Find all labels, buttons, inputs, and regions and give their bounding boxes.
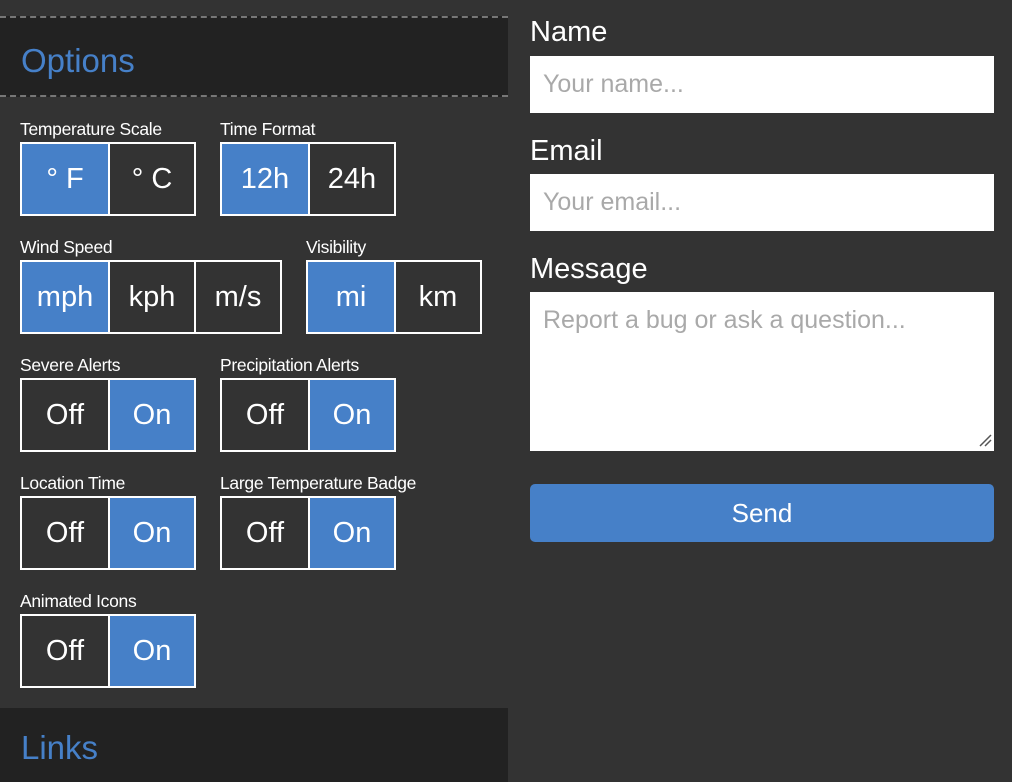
location-time-label: Location Time — [20, 473, 126, 493]
temperature-scale-toggle: ° F ° C — [20, 142, 196, 216]
options-panel: Options Temperature Scale ° F ° C Time F… — [0, 0, 508, 782]
location-time-toggle: Off On — [20, 496, 196, 570]
wind-speed-mph-option[interactable]: mph — [22, 262, 108, 332]
visibility-group: Visibility mi km — [306, 234, 482, 334]
links-header[interactable]: Links — [0, 708, 508, 782]
name-input[interactable] — [530, 56, 994, 113]
message-label: Message — [530, 253, 648, 285]
visibility-km-option[interactable]: km — [394, 262, 480, 332]
severe-alerts-toggle: Off On — [20, 378, 196, 452]
wind-speed-ms-option[interactable]: m/s — [194, 262, 280, 332]
temperature-scale-label: Temperature Scale — [20, 119, 162, 139]
temperature-celsius-option[interactable]: ° C — [108, 144, 194, 214]
links-title: Links — [21, 729, 99, 766]
animated-icons-off-option[interactable]: Off — [22, 616, 108, 686]
visibility-mi-option[interactable]: mi — [308, 262, 394, 332]
temperature-fahrenheit-option[interactable]: ° F — [22, 144, 108, 214]
large-temperature-badge-on-option[interactable]: On — [308, 498, 394, 568]
visibility-toggle: mi km — [306, 260, 482, 334]
precipitation-alerts-toggle: Off On — [220, 378, 396, 452]
large-temperature-badge-group: Large Temperature Badge Off On — [220, 470, 416, 570]
precipitation-alerts-label: Precipitation Alerts — [220, 355, 359, 375]
severe-alerts-on-option[interactable]: On — [108, 380, 194, 450]
animated-icons-toggle: Off On — [20, 614, 196, 688]
temperature-scale-group: Temperature Scale ° F ° C — [20, 116, 196, 216]
precipitation-alerts-off-option[interactable]: Off — [222, 380, 308, 450]
location-time-on-option[interactable]: On — [108, 498, 194, 568]
visibility-label: Visibility — [306, 237, 366, 257]
location-time-group: Location Time Off On — [20, 470, 196, 570]
location-time-off-option[interactable]: Off — [22, 498, 108, 568]
options-header[interactable]: Options — [0, 16, 508, 97]
large-temperature-badge-off-option[interactable]: Off — [222, 498, 308, 568]
email-input[interactable] — [530, 174, 994, 231]
animated-icons-group: Animated Icons Off On — [20, 588, 196, 688]
wind-speed-kph-option[interactable]: kph — [108, 262, 194, 332]
options-title: Options — [21, 42, 135, 79]
name-label: Name — [530, 16, 608, 48]
time-format-label: Time Format — [220, 119, 316, 139]
severe-alerts-label: Severe Alerts — [20, 355, 121, 375]
animated-icons-on-option[interactable]: On — [108, 616, 194, 686]
time-format-12h-option[interactable]: 12h — [222, 144, 308, 214]
animated-icons-label: Animated Icons — [20, 591, 137, 611]
severe-alerts-off-option[interactable]: Off — [22, 380, 108, 450]
wind-speed-toggle: mph kph m/s — [20, 260, 282, 334]
time-format-24h-option[interactable]: 24h — [308, 144, 394, 214]
resize-grip-icon[interactable] — [978, 433, 992, 447]
email-label: Email — [530, 135, 603, 167]
precipitation-alerts-group: Precipitation Alerts Off On — [220, 352, 396, 452]
large-temperature-badge-label: Large Temperature Badge — [220, 473, 417, 493]
wind-speed-label: Wind Speed — [20, 237, 113, 257]
severe-alerts-group: Severe Alerts Off On — [20, 352, 196, 452]
send-button[interactable]: Send — [530, 484, 994, 542]
message-textarea[interactable] — [530, 292, 994, 451]
large-temperature-badge-toggle: Off On — [220, 496, 396, 570]
time-format-toggle: 12h 24h — [220, 142, 396, 216]
contact-form: Name Email Message Send — [508, 0, 1012, 782]
precipitation-alerts-on-option[interactable]: On — [308, 380, 394, 450]
wind-speed-group: Wind Speed mph kph m/s — [20, 234, 282, 334]
time-format-group: Time Format 12h 24h — [220, 116, 396, 216]
